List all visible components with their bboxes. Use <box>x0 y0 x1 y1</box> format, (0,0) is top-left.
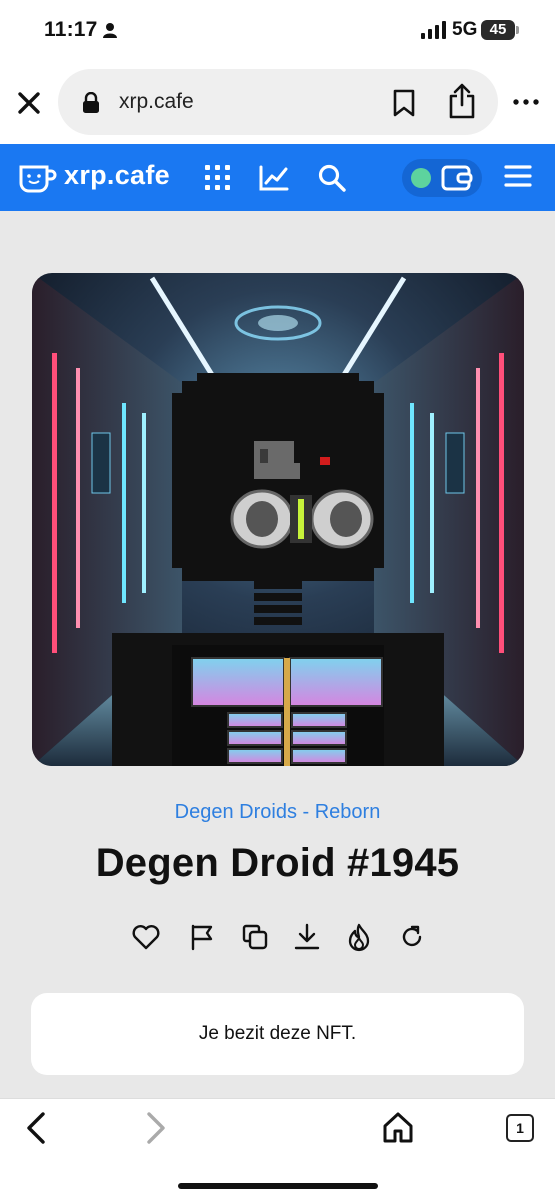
refresh-icon[interactable] <box>397 922 427 952</box>
connected-status-dot <box>411 168 431 188</box>
home-icon[interactable] <box>382 1111 414 1143</box>
forward-icon[interactable] <box>144 1111 168 1145</box>
home-indicator <box>178 1183 378 1189</box>
close-icon[interactable] <box>14 88 44 118</box>
back-icon[interactable] <box>24 1111 48 1145</box>
search-icon[interactable] <box>318 164 346 192</box>
owned-notice: Je bezit deze NFT. <box>31 993 524 1075</box>
site-logo-text[interactable]: xrp.cafe <box>64 160 170 191</box>
chart-icon[interactable] <box>259 164 289 192</box>
network-type: 5G <box>452 19 478 40</box>
flag-icon[interactable] <box>187 922 217 952</box>
nft-image[interactable] <box>32 273 524 766</box>
person-icon <box>103 23 117 38</box>
url-text[interactable]: xrp.cafe <box>119 90 194 114</box>
grid-icon[interactable] <box>205 165 231 191</box>
lock-icon <box>83 92 99 113</box>
wallet-icon[interactable] <box>441 165 473 191</box>
collection-link[interactable]: Degen Droids - Reborn <box>0 801 555 824</box>
copy-icon[interactable] <box>240 922 270 952</box>
bookmark-icon[interactable] <box>393 89 415 117</box>
signal-icon <box>421 21 446 39</box>
nft-title: Degen Droid #1945 <box>95 841 460 885</box>
share-icon[interactable] <box>448 83 476 119</box>
cup-logo-icon[interactable] <box>18 161 58 195</box>
download-icon[interactable] <box>292 922 322 952</box>
tabs-button[interactable]: 1 <box>506 1114 534 1142</box>
status-bar: 11:17 5G 45 <box>0 0 555 62</box>
heart-icon[interactable] <box>131 922 161 952</box>
menu-icon[interactable] <box>504 164 532 188</box>
burn-icon[interactable] <box>344 922 374 952</box>
battery-level: 45 <box>481 20 515 40</box>
more-icon[interactable] <box>513 99 539 105</box>
battery-tip <box>516 26 519 34</box>
status-time: 11:17 <box>44 18 98 41</box>
